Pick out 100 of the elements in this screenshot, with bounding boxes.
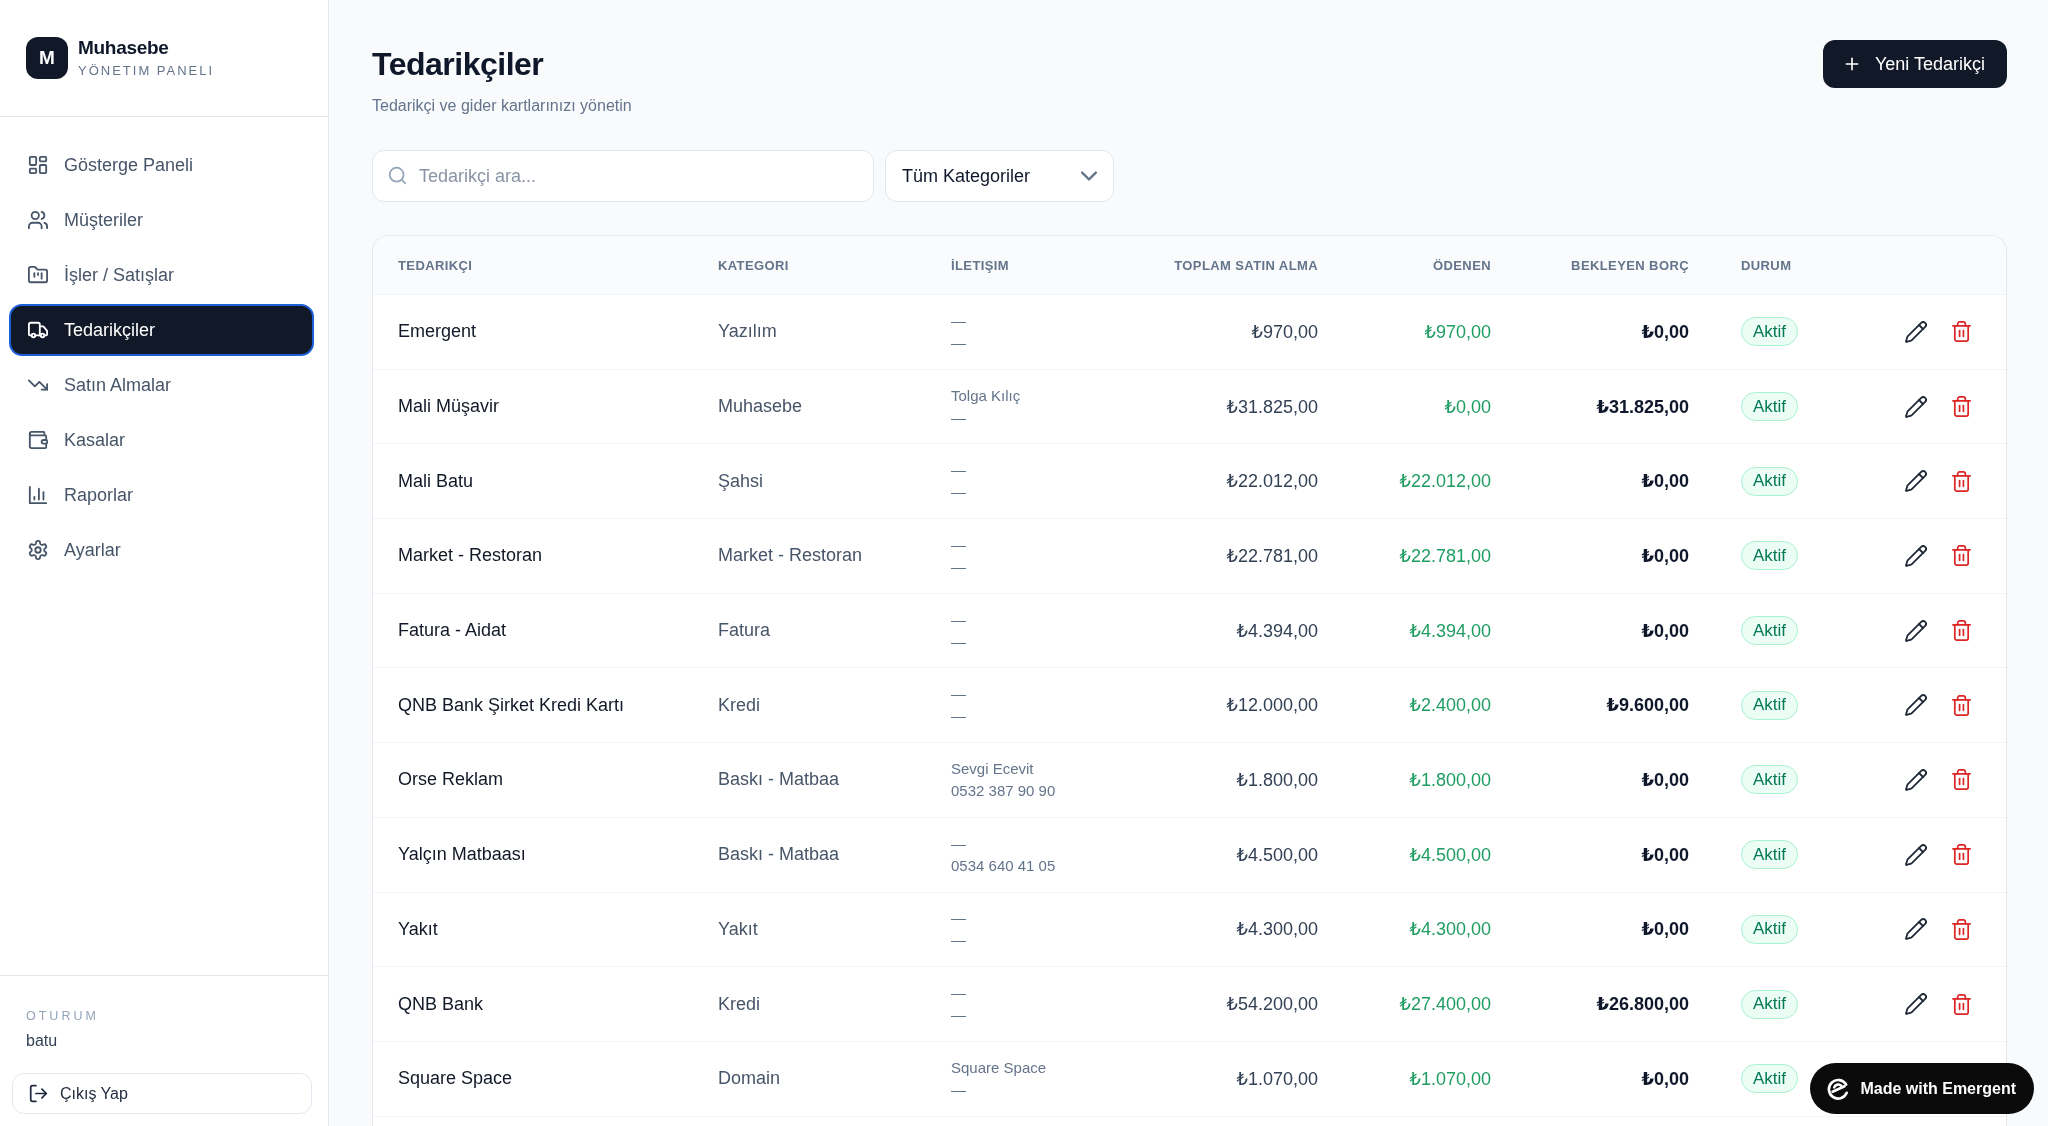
pencil-icon[interactable] [1905, 619, 1927, 642]
trash-icon[interactable] [1951, 545, 1972, 567]
trash-icon[interactable] [1951, 769, 1972, 791]
status-badge: Aktif [1741, 466, 1799, 496]
search-field[interactable]: Tedarikçi ara... [372, 150, 874, 202]
trash-icon[interactable] [1951, 396, 1972, 418]
supplier-name: Emergent [398, 321, 477, 343]
total-amount: ₺31.825,00 [1226, 395, 1318, 418]
status-badge: Aktif [1741, 616, 1799, 646]
category-text: Baskı - Matbaa [718, 769, 840, 791]
supplier-name: Mali Batu [398, 470, 474, 492]
category-text: Yazılım [718, 321, 777, 343]
pencil-icon[interactable] [1905, 918, 1927, 941]
status-badge: Aktif [1741, 1064, 1799, 1094]
contact-phone: — [951, 1005, 966, 1026]
paid-amount: ₺1.070,00 [1409, 1067, 1491, 1090]
pending-amount: ₺9.600,00 [1606, 694, 1689, 717]
trash-icon[interactable] [1951, 844, 1972, 866]
paid-amount: ₺0,00 [1444, 395, 1491, 418]
pencil-icon[interactable] [1905, 395, 1927, 418]
total-amount: ₺1.070,00 [1236, 1067, 1318, 1090]
settings-icon [28, 540, 48, 560]
nav-item[interactable]: Raporlar [9, 469, 314, 521]
category-text: Şahsi [718, 470, 764, 492]
contact-phone: — [951, 930, 966, 951]
page-subtitle: Tedarikçi ve gider kartlarınızı yönetin [372, 96, 632, 116]
paid-amount: ₺4.300,00 [1409, 918, 1491, 941]
page-title: Tedarikçiler [372, 45, 545, 84]
contact-phone: 0532 387 90 90 [951, 780, 1056, 801]
nav-item[interactable]: Satın Almalar [9, 359, 314, 411]
trash-icon[interactable] [1951, 620, 1972, 642]
contact-name: — [951, 684, 966, 705]
category-dropdown[interactable]: Tüm Kategoriler [885, 150, 1114, 202]
category-text: Kredi [718, 993, 761, 1015]
category-text: Baskı - Matbaa [718, 844, 840, 866]
pencil-icon[interactable] [1905, 694, 1927, 717]
total-amount: ₺54.200,00 [1226, 993, 1318, 1016]
nav-item[interactable]: Müşteriler [9, 194, 314, 246]
category-text: Fatura [718, 620, 771, 642]
trash-icon[interactable] [1951, 470, 1972, 492]
nav-item[interactable]: İşler / Satışlar [9, 249, 314, 301]
column-header: BEKLEYEN BORÇ [1571, 257, 1689, 273]
pending-amount: ₺0,00 [1641, 544, 1689, 567]
category-text: Market - Restoran [718, 545, 863, 567]
status-badge: Aktif [1741, 690, 1799, 720]
column-header: KATEGORI [718, 257, 789, 273]
contact-name: — [951, 983, 966, 1004]
app-subtitle: YÖNETIM PANELI [78, 62, 215, 80]
nav-item[interactable]: Gösterge Paneli [9, 139, 314, 191]
total-amount: ₺22.012,00 [1226, 470, 1318, 493]
new-supplier-button[interactable]: Yeni Tedarikçi [1822, 40, 2007, 88]
search-icon [388, 166, 407, 185]
made-with-badge[interactable]: Made with Emergent [1810, 1063, 2034, 1114]
paid-amount: ₺4.500,00 [1409, 843, 1491, 866]
trash-icon[interactable] [1951, 694, 1972, 716]
status-badge: Aktif [1741, 989, 1799, 1019]
total-amount: ₺970,00 [1251, 320, 1318, 343]
supplier-name: Market - Restoran [398, 545, 543, 567]
logout-icon [29, 1084, 48, 1103]
nav-item[interactable]: Tedarikçiler [9, 304, 314, 356]
trash-icon[interactable] [1951, 321, 1972, 343]
contact-name: — [951, 534, 966, 555]
contact-name: — [951, 310, 966, 331]
logout-button[interactable]: Çıkış Yap [12, 1073, 312, 1114]
status-badge: Aktif [1741, 317, 1799, 347]
total-amount: ₺22.781,00 [1226, 544, 1318, 567]
contact-phone: 0534 640 41 05 [951, 855, 1056, 876]
wallet-icon [28, 430, 48, 450]
supplier-name: QNB Bank Şirket Kredi Kartı [398, 694, 625, 716]
dashboard-grid-icon [28, 155, 48, 175]
trash-icon[interactable] [1951, 918, 1972, 940]
supplier-name: QNB Bank [398, 993, 484, 1015]
paid-amount: ₺27.400,00 [1399, 993, 1491, 1016]
pending-amount: ₺26.800,00 [1596, 993, 1689, 1016]
bar-chart-icon [28, 485, 48, 505]
category-text: Muhasebe [718, 396, 803, 418]
logo-icon [1826, 1076, 1851, 1101]
column-header: TOPLAM SATIN ALMA [1174, 257, 1318, 273]
trash-icon[interactable] [1951, 993, 1972, 1015]
nav-item[interactable]: Ayarlar [9, 524, 314, 576]
user-name: batu [25, 1031, 59, 1051]
pending-amount: ₺0,00 [1641, 470, 1689, 493]
pending-amount: ₺0,00 [1641, 320, 1689, 343]
pending-amount: ₺31.825,00 [1596, 395, 1689, 418]
pending-amount: ₺0,00 [1641, 843, 1689, 866]
total-amount: ₺1.800,00 [1236, 768, 1318, 791]
pencil-icon[interactable] [1905, 993, 1927, 1016]
pencil-icon[interactable] [1905, 470, 1927, 493]
column-header: TEDARIKÇI [398, 257, 473, 273]
nav-item[interactable]: Kasalar [9, 414, 314, 466]
supplier-name: Mali Müşavir [398, 396, 499, 418]
total-amount: ₺4.300,00 [1236, 918, 1318, 941]
app-title: Muhasebe [78, 36, 170, 59]
paid-amount: ₺22.012,00 [1399, 470, 1491, 493]
status-badge: Aktif [1741, 765, 1799, 795]
pencil-icon[interactable] [1905, 768, 1927, 791]
pencil-icon[interactable] [1905, 320, 1927, 343]
pencil-icon[interactable] [1905, 544, 1927, 567]
pencil-icon[interactable] [1905, 843, 1927, 866]
folder-icon [28, 265, 48, 285]
